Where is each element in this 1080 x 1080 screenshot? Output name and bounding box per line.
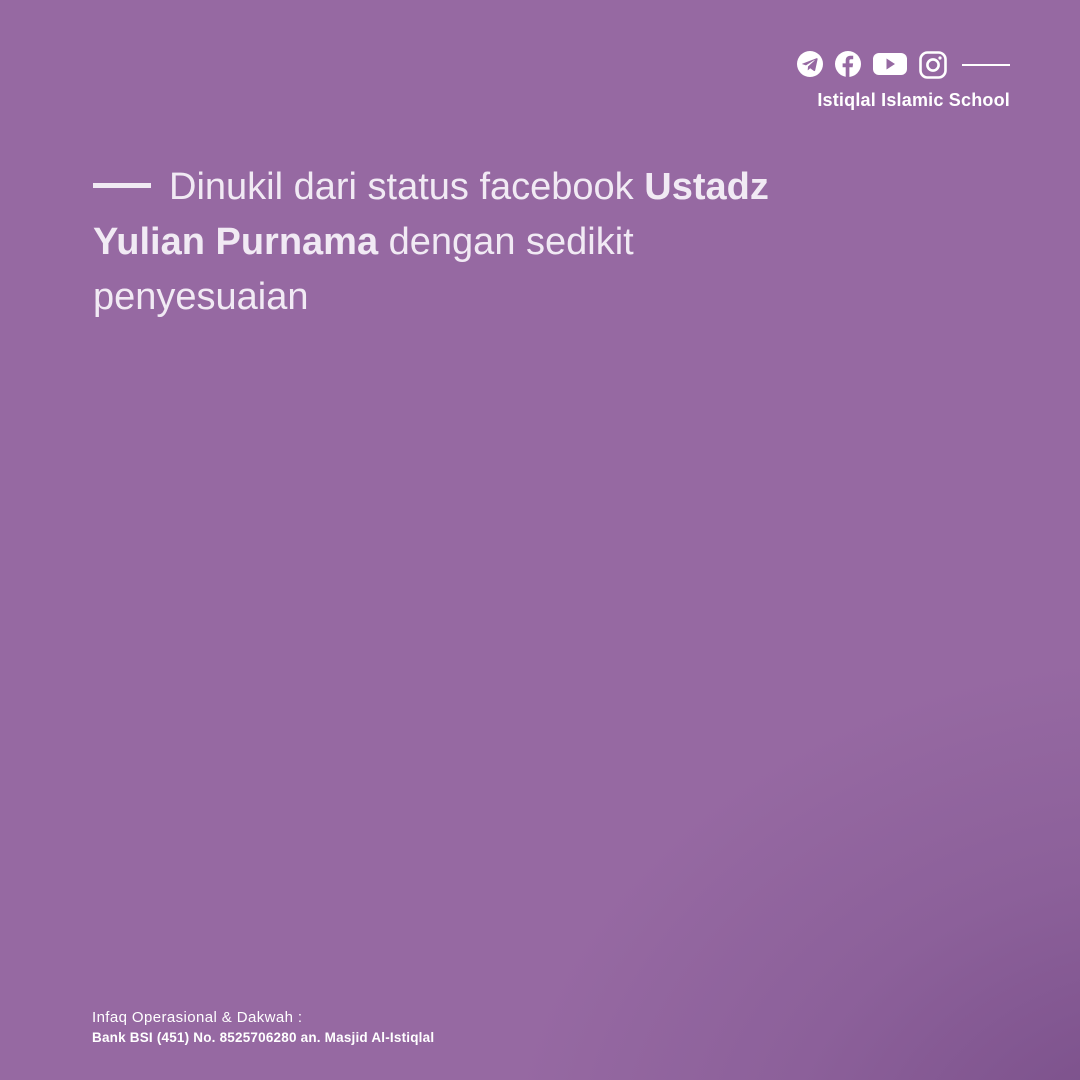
facebook-icon[interactable]	[834, 50, 862, 80]
quote-dash	[93, 183, 151, 189]
footer: Infaq Operasional & Dakwah : Bank BSI (4…	[92, 1008, 434, 1048]
quote-text: Dinukil dari status facebook Ustadz Yuli…	[93, 160, 853, 325]
post-canvas: Istiqlal Islamic School Dinukil dari sta…	[0, 0, 1080, 1080]
quote-part-1: Dinukil dari status facebook	[169, 166, 645, 208]
youtube-icon[interactable]	[872, 50, 908, 80]
header-divider-line	[962, 64, 1010, 66]
header: Istiqlal Islamic School	[710, 50, 1010, 120]
infaq-label: Infaq Operasional & Dakwah :	[92, 1009, 303, 1026]
bank-account: Bank BSI (451) No. 8525706280 an. Masjid…	[92, 1030, 435, 1045]
telegram-icon[interactable]	[796, 50, 824, 80]
instagram-icon[interactable]	[918, 50, 948, 80]
brand-name: Istiqlal Islamic School	[817, 90, 1010, 110]
social-icons	[796, 50, 1010, 80]
